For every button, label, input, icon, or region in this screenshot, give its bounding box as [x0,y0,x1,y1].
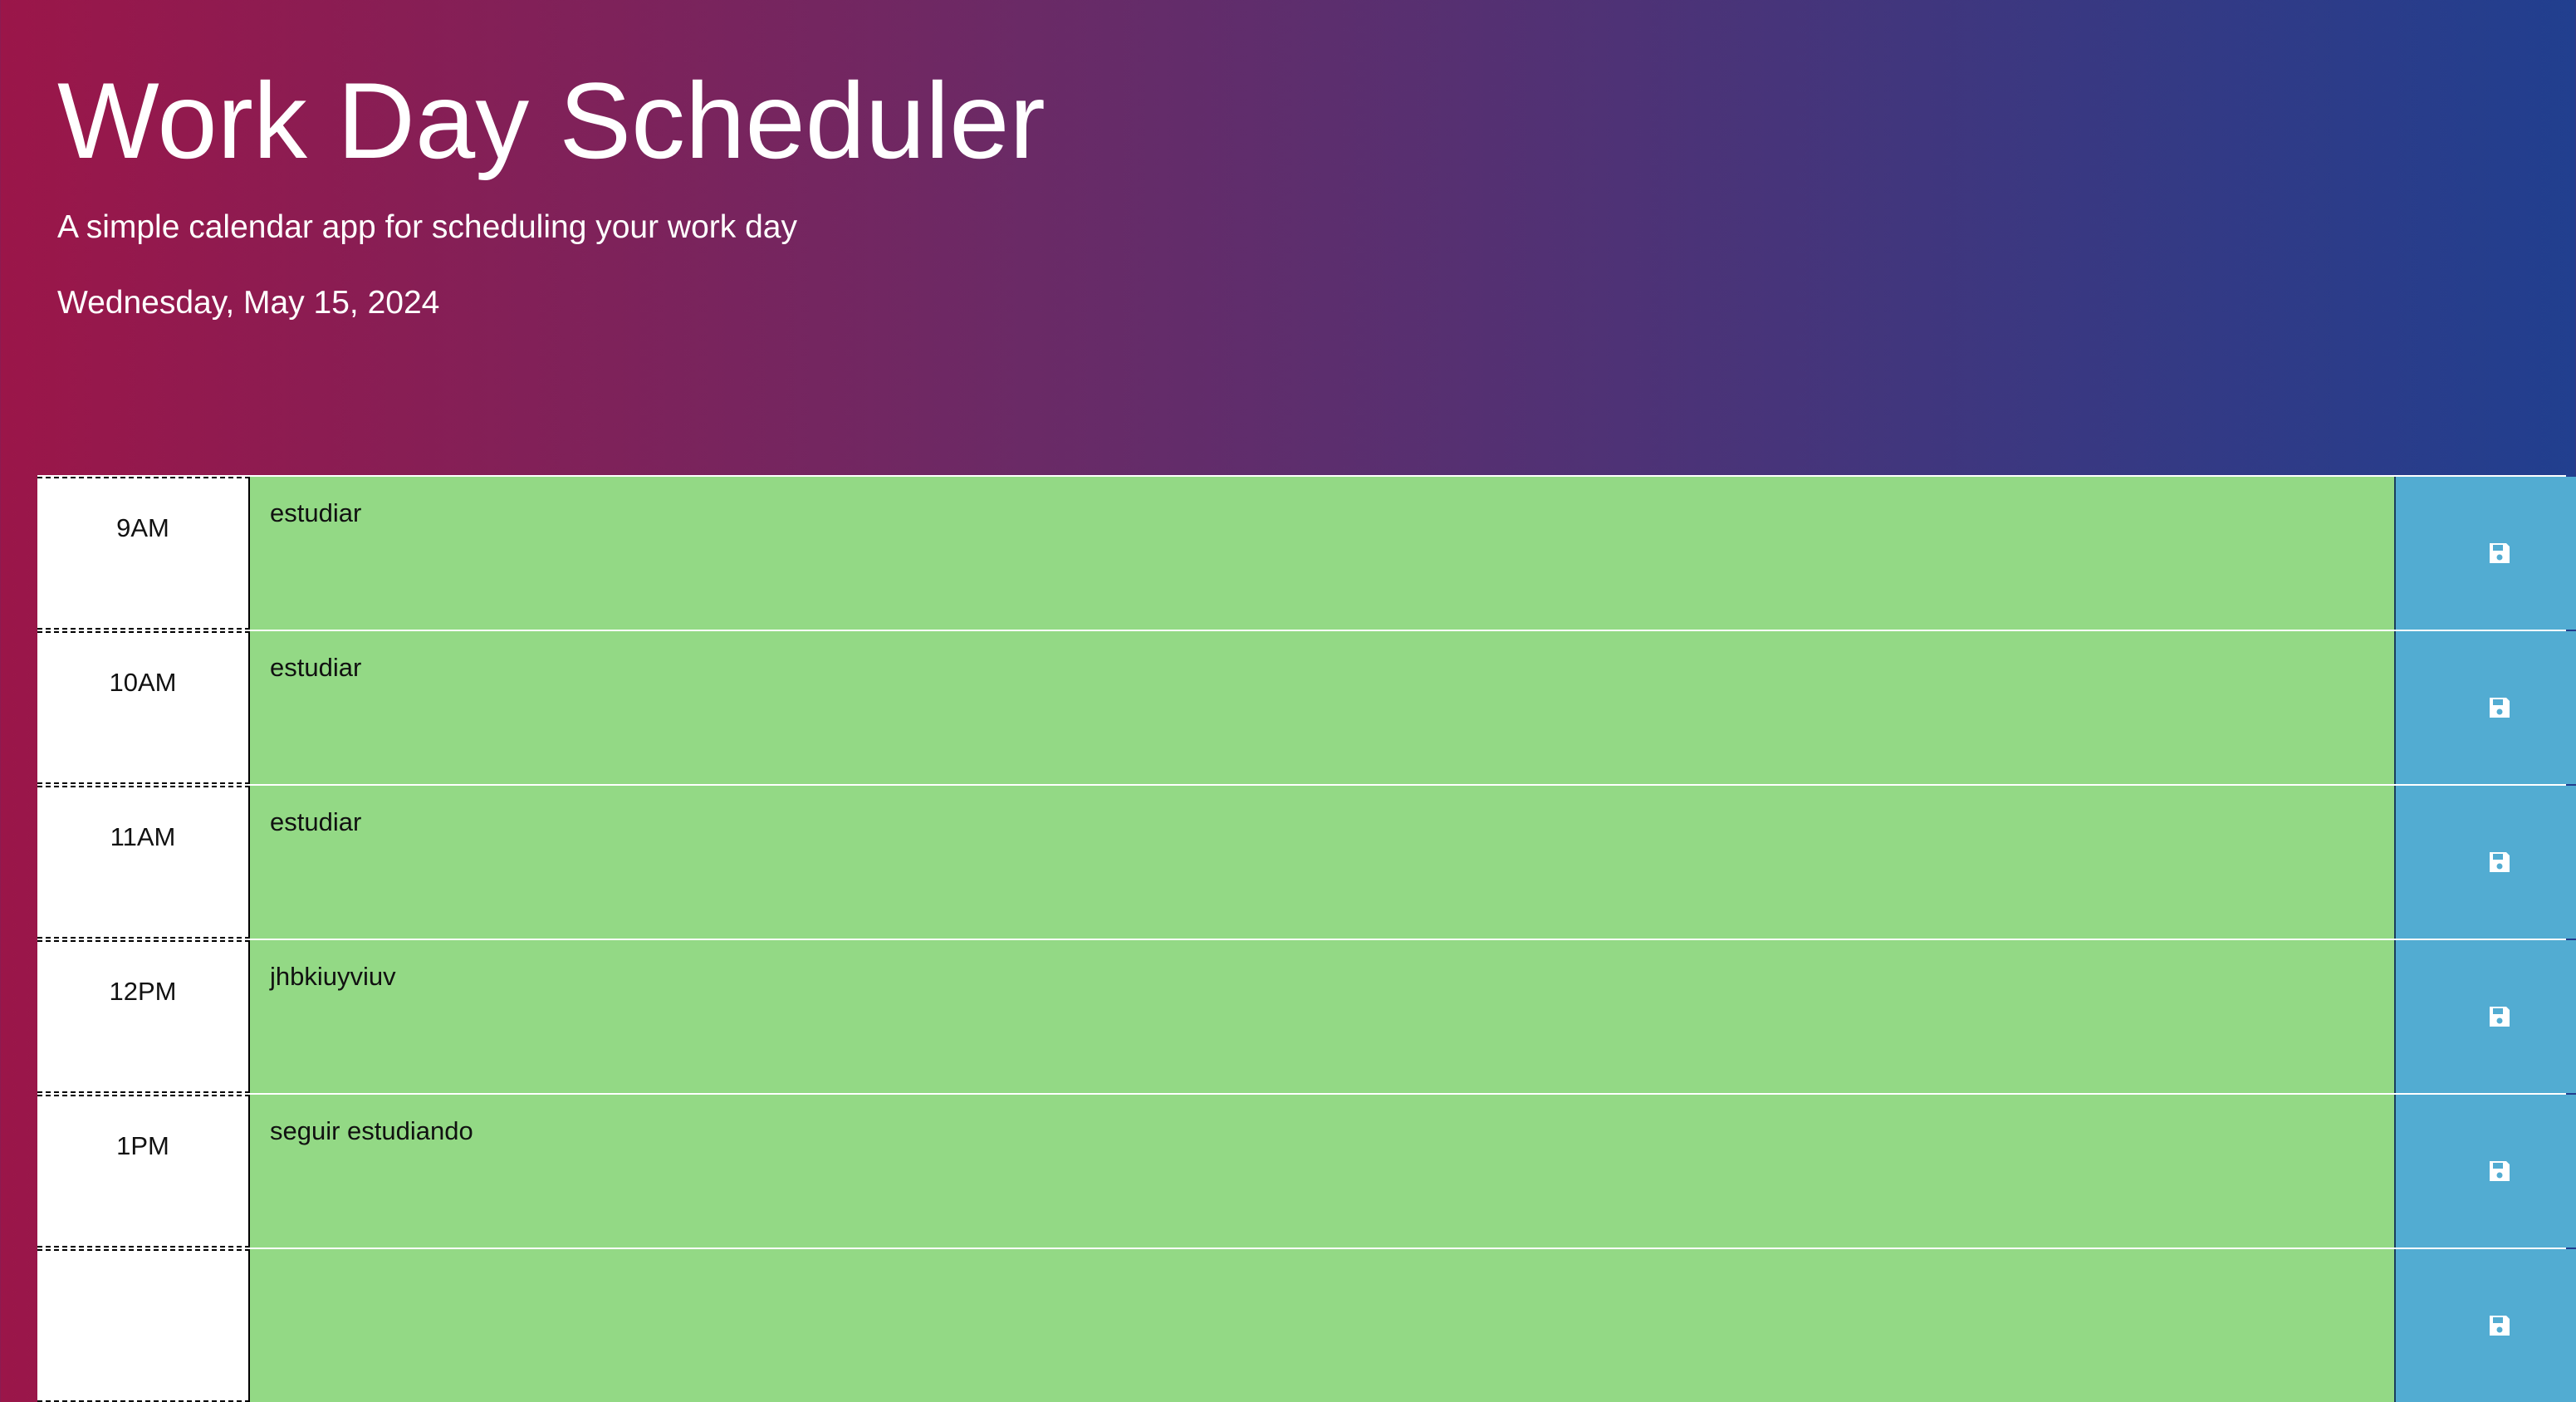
event-textarea[interactable]: estudiar [250,631,2394,784]
time-block: 12PM jhbkiuyviuv [37,939,2576,1093]
save-button[interactable] [2394,786,2576,939]
event-textarea[interactable]: seguir estudiando [250,1095,2394,1248]
save-button[interactable] [2394,1095,2576,1248]
hour-label: 10AM [37,631,250,784]
event-textarea[interactable]: estudiar [250,477,2394,630]
save-button[interactable] [2394,477,2576,630]
save-button[interactable] [2394,631,2576,784]
hour-label: 12PM [37,940,250,1093]
time-block-list: 9AM estudiar 10AM estudiar 11AM estudiar [37,475,2576,1402]
save-button[interactable] [2394,940,2576,1093]
hour-label: 9AM [37,477,250,630]
save-button[interactable] [2394,1249,2576,1402]
event-textarea[interactable]: jhbkiuyviuv [250,940,2394,1093]
current-date: Wednesday, May 15, 2024 [57,285,440,321]
floppy-disk-icon [2489,543,2510,563]
time-block [37,1248,2576,1402]
event-textarea[interactable] [250,1249,2394,1402]
floppy-disk-icon [2489,852,2510,872]
page-title: Work Day Scheduler [57,60,1046,181]
time-block: 9AM estudiar [37,475,2576,630]
hour-label [37,1249,250,1402]
event-textarea[interactable]: estudiar [250,786,2394,939]
time-block: 1PM seguir estudiando [37,1093,2576,1248]
time-block: 10AM estudiar [37,630,2576,784]
time-block: 11AM estudiar [37,784,2576,939]
floppy-disk-icon [2489,1161,2510,1181]
page-subtitle: A simple calendar app for scheduling you… [57,209,797,245]
hour-label: 11AM [37,786,250,939]
floppy-disk-icon [2489,698,2510,718]
floppy-disk-icon [2489,1007,2510,1027]
floppy-disk-icon [2489,1316,2510,1336]
hour-label: 1PM [37,1095,250,1248]
